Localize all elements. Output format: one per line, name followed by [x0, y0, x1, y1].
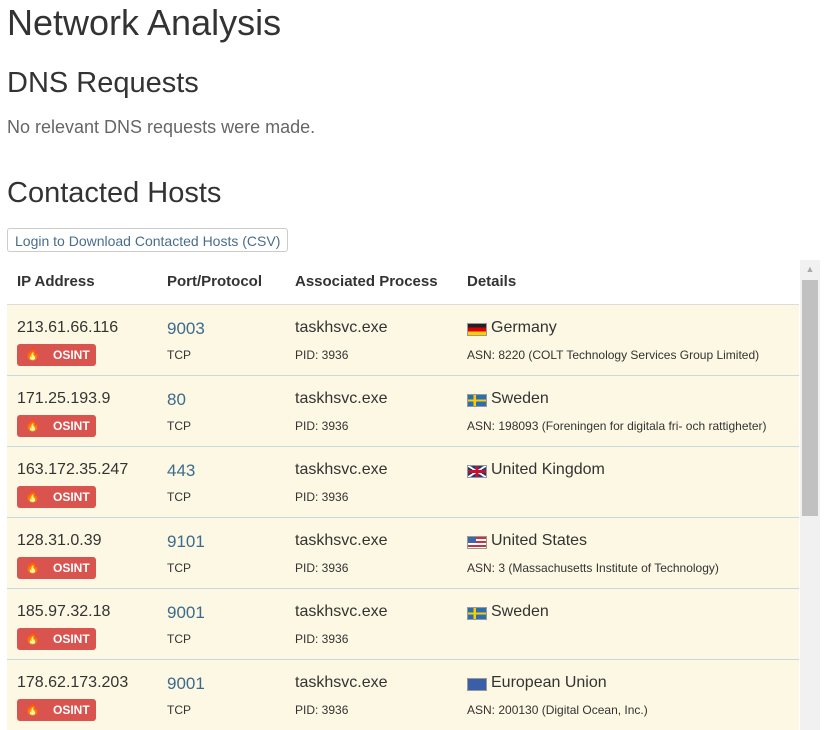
- scroll-thumb[interactable]: [802, 280, 818, 516]
- protocol: TCP: [167, 561, 191, 575]
- dns-requests-heading: DNS Requests: [7, 67, 199, 99]
- process-name: taskhsvc.exe: [295, 390, 388, 407]
- flame-icon: 🔥: [25, 631, 40, 645]
- osint-button[interactable]: 🔥 OSINT: [17, 344, 96, 366]
- table-header: IP Address Port/Protocol Associated Proc…: [7, 260, 799, 305]
- process-pid: PID: 3936: [295, 561, 349, 575]
- ip-address[interactable]: 128.31.0.39: [17, 532, 102, 550]
- table-row: 178.62.173.203 🔥 OSINT 9001 TCP taskhsvc.exe P…: [7, 660, 799, 730]
- download-csv-button[interactable]: Login to Download Contacted Hosts (CSV): [7, 228, 289, 252]
- flame-icon: 🔥: [25, 347, 40, 361]
- table-scrollbar[interactable]: ▲: [800, 260, 820, 730]
- osint-button[interactable]: 🔥 OSINT: [17, 557, 96, 579]
- port-link[interactable]: 9001: [167, 674, 205, 694]
- asn-info: ASN: 3 (Massachusetts Institute of Techn…: [467, 561, 719, 575]
- ip-address[interactable]: 171.25.193.9: [17, 390, 110, 408]
- protocol: TCP: [167, 419, 191, 433]
- table-row: 185.97.32.18 🔥 OSINT 9001 TCP taskhsvc.exe PID…: [7, 589, 799, 660]
- page-title: Network Analysis: [7, 2, 282, 43]
- osint-button[interactable]: 🔥 OSINT: [17, 628, 96, 650]
- flame-icon: 🔥: [25, 489, 40, 503]
- port-link[interactable]: 9101: [167, 532, 205, 552]
- port-link[interactable]: 9003: [167, 319, 205, 339]
- osint-label: OSINT: [53, 632, 90, 646]
- process-name: taskhsvc.exe: [295, 603, 388, 620]
- ip-address[interactable]: 185.97.32.18: [17, 603, 110, 621]
- flame-icon: 🔥: [25, 702, 40, 716]
- osint-button[interactable]: 🔥 OSINT: [17, 699, 96, 721]
- country-name: United States: [491, 532, 588, 549]
- process-pid: PID: 3936: [295, 348, 349, 362]
- osint-label: OSINT: [53, 561, 90, 575]
- process-pid: PID: 3936: [295, 703, 349, 717]
- column-header-port: Port/Protocol: [167, 273, 263, 290]
- protocol: TCP: [167, 490, 191, 504]
- protocol: TCP: [167, 348, 191, 362]
- process-pid: PID: 3936: [295, 632, 349, 646]
- process-pid: PID: 3936: [295, 490, 349, 504]
- column-header-details: Details: [467, 273, 517, 290]
- column-header-process: Associated Process: [295, 273, 438, 290]
- osint-label: OSINT: [53, 419, 90, 433]
- port-link[interactable]: 9001: [167, 603, 205, 623]
- uk-flag-icon: [467, 465, 487, 478]
- asn-info: ASN: 8220 (COLT Technology Services Grou…: [467, 348, 760, 362]
- country-name: Germany: [491, 319, 557, 336]
- column-header-ip: IP Address: [17, 273, 95, 290]
- us-flag-icon: [467, 536, 487, 549]
- ip-address[interactable]: 163.172.35.247: [17, 461, 128, 479]
- process-name: taskhsvc.exe: [295, 532, 388, 549]
- ip-address[interactable]: 178.62.173.203: [17, 674, 128, 692]
- eu-flag-icon: [467, 678, 487, 691]
- contacted-hosts-heading: Contacted Hosts: [7, 177, 222, 209]
- osint-label: OSINT: [53, 348, 90, 362]
- country-name: European Union: [491, 674, 607, 691]
- contacted-hosts-table: IP Address Port/Protocol Associated Proc…: [7, 260, 799, 730]
- table-row: 171.25.193.9 🔥 OSINT 80 TCP taskhsvc.exe PID: …: [7, 376, 799, 447]
- flame-icon: 🔥: [25, 418, 40, 432]
- table-row: 163.172.35.247 🔥 OSINT 443 TCP taskhsvc.exe PI…: [7, 447, 799, 518]
- country-name: Sweden: [491, 390, 549, 407]
- protocol: TCP: [167, 703, 191, 717]
- process-name: taskhsvc.exe: [295, 674, 388, 691]
- process-name: taskhsvc.exe: [295, 319, 388, 336]
- table-row: 213.61.66.116 🔥 OSINT 9003 TCP taskhsvc.exe PI…: [7, 305, 799, 376]
- process-pid: PID: 3936: [295, 419, 349, 433]
- osint-button[interactable]: 🔥 OSINT: [17, 486, 96, 508]
- port-link[interactable]: 443: [167, 461, 195, 481]
- germany-flag-icon: [467, 323, 487, 336]
- osint-button[interactable]: 🔥 OSINT: [17, 415, 96, 437]
- country-name: United Kingdom: [491, 461, 605, 478]
- country-name: Sweden: [491, 603, 549, 620]
- ip-address[interactable]: 213.61.66.116: [17, 319, 118, 337]
- port-link[interactable]: 80: [167, 390, 186, 410]
- asn-info: ASN: 198093 (Foreningen for digitala fri…: [467, 419, 767, 433]
- scroll-up-arrow-icon[interactable]: ▲: [800, 260, 820, 278]
- process-name: taskhsvc.exe: [295, 461, 388, 478]
- table-row: 128.31.0.39 🔥 OSINT 9101 TCP taskhsvc.exe PID:…: [7, 518, 799, 589]
- osint-label: OSINT: [53, 703, 90, 717]
- asn-info: ASN: 200130 (Digital Ocean, Inc.): [467, 703, 648, 717]
- protocol: TCP: [167, 632, 191, 646]
- flame-icon: 🔥: [25, 560, 40, 574]
- dns-requests-note: No relevant DNS requests were made.: [7, 117, 316, 137]
- osint-label: OSINT: [53, 490, 90, 504]
- sweden-flag-icon: [467, 607, 487, 620]
- sweden-flag-icon: [467, 394, 487, 407]
